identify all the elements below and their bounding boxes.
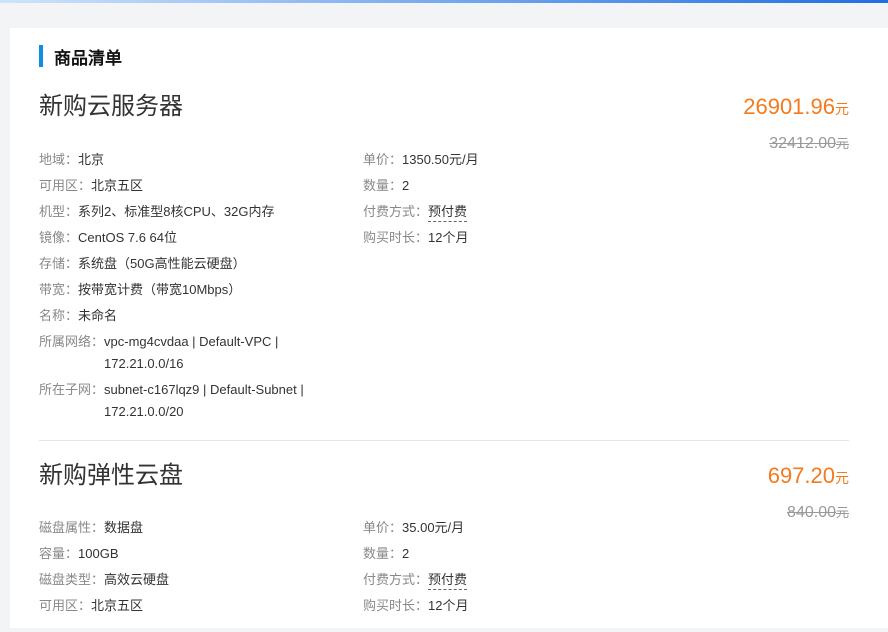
billing-row-unit-price: 单价： 35.00元/月 <box>363 515 663 541</box>
billing-label: 数量： <box>363 546 403 561</box>
spec-value: 100GB <box>78 546 119 561</box>
current-price: 697.20元 <box>768 461 849 493</box>
billing-row-quantity: 数量： 2 <box>363 173 663 199</box>
spec-value: vpc-mg4cvdaa | Default-VPC | 172.21.0.0/… <box>104 334 279 371</box>
billing-label: 数量： <box>363 178 403 193</box>
spec-value: 系列2、标准型8核CPU、32G内存 <box>78 204 275 219</box>
billing-label: 购买时长： <box>363 230 429 245</box>
spec-row-disk-attribute: 磁盘属性： 数据盘 <box>39 515 359 541</box>
original-price-value: 32412.00 <box>769 135 836 152</box>
original-price: 840.00元 <box>768 503 849 523</box>
billing-value: 2 <box>402 546 410 561</box>
spec-label: 地域： <box>39 152 79 167</box>
spec-row-bandwidth: 带宽： 按带宽计费（带宽10Mbps） <box>39 277 359 303</box>
spec-value: 未命名 <box>78 308 118 323</box>
section-title: 商品清单 <box>54 48 122 68</box>
spec-row-network: 所属网络： vpc-mg4cvdaa | Default-VPC | 172.21… <box>39 331 359 375</box>
spec-list: 地域： 北京 可用区： 北京五区 机型： 系列2、标准型8核CPU、32G内存 镜像：… <box>39 147 359 427</box>
spec-label: 容量： <box>39 546 79 561</box>
billing-value: 12个月 <box>428 598 469 613</box>
spec-value: subnet-c167lqz9 | Default-Subnet | 172.2… <box>104 382 304 419</box>
billing-list: 单价： 1350.50元/月 数量： 2 付费方式： 预付费 购买时长： 12个月 <box>363 147 663 251</box>
spec-label: 存储： <box>39 256 79 271</box>
billing-row-unit-price: 单价： 1350.50元/月 <box>363 147 663 173</box>
product-divider <box>39 440 849 441</box>
spec-list: 磁盘属性： 数据盘 容量： 100GB 磁盘类型： 高效云硬盘 可用区： 北京五区 <box>39 515 359 619</box>
billing-label: 单价： <box>363 520 403 535</box>
spec-label: 带宽： <box>39 282 79 297</box>
spec-value: 数据盘 <box>104 520 144 535</box>
billing-label: 付费方式： <box>363 572 429 587</box>
billing-value: 1350.50元/月 <box>402 152 479 167</box>
spec-label: 机型： <box>39 204 79 219</box>
billing-row-payment-method: 付费方式： 预付费 <box>363 199 663 225</box>
spec-row-image: 镜像： CentOS 7.6 64位 <box>39 225 359 251</box>
order-list-panel: 商品清单 新购云服务器 26901.96元 32412.00元 地域： 北京 可用… <box>10 28 888 632</box>
billing-list: 单价： 35.00元/月 数量： 2 付费方式： 预付费 购买时长： 12个月 <box>363 515 663 619</box>
spec-value: 北京五区 <box>91 598 144 613</box>
section-accent-bar <box>39 45 43 67</box>
spec-row-zone: 可用区： 北京五区 <box>39 173 359 199</box>
original-price-unit: 元 <box>835 505 849 520</box>
spec-value: 高效云硬盘 <box>104 572 170 587</box>
payment-method-tooltip-trigger[interactable]: 预付费 <box>428 203 468 222</box>
price-unit: 元 <box>835 470 849 486</box>
product-name: 新购弹性云盘 <box>39 462 183 489</box>
spec-label: 可用区： <box>39 598 92 613</box>
price-box: 697.20元 840.00元 <box>768 461 849 523</box>
price-box: 26901.96元 32412.00元 <box>743 92 849 154</box>
billing-label: 单价： <box>363 152 403 167</box>
spec-value: 按带宽计费（带宽10Mbps） <box>78 282 242 297</box>
spec-row-capacity: 容量： 100GB <box>39 541 359 567</box>
spec-label: 名称： <box>39 308 79 323</box>
spec-row-subnet: 所在子网： subnet-c167lqz9 | Default-Subnet | … <box>39 379 359 423</box>
spec-label: 所在子网： <box>39 382 105 397</box>
section-header: 商品清单 <box>39 45 122 68</box>
product-name: 新购云服务器 <box>39 93 183 120</box>
spec-value: 系统盘（50G高性能云硬盘） <box>78 256 246 271</box>
spec-label: 磁盘属性： <box>39 520 105 535</box>
spec-row-region: 地域： 北京 <box>39 147 359 173</box>
original-price-unit: 元 <box>835 136 849 151</box>
original-price: 32412.00元 <box>743 134 849 154</box>
spec-label: 磁盘类型： <box>39 572 105 587</box>
original-price-value: 840.00 <box>787 504 836 521</box>
billing-row-duration: 购买时长： 12个月 <box>363 225 663 251</box>
top-accent-bar <box>0 0 888 3</box>
payment-method-tooltip-trigger[interactable]: 预付费 <box>428 571 468 590</box>
spec-value: 北京五区 <box>91 178 144 193</box>
panel-bottom-edge <box>10 628 888 632</box>
spec-label: 所属网络： <box>39 334 105 349</box>
price-value: 697.20 <box>767 463 835 488</box>
spec-row-zone: 可用区： 北京五区 <box>39 593 359 619</box>
billing-value: 2 <box>402 178 410 193</box>
billing-label: 付费方式： <box>363 204 429 219</box>
spec-value: CentOS 7.6 64位 <box>78 230 178 245</box>
spec-row-instance-type: 机型： 系列2、标准型8核CPU、32G内存 <box>39 199 359 225</box>
price-value: 26901.96 <box>743 94 835 119</box>
spec-label: 可用区： <box>39 178 92 193</box>
billing-row-quantity: 数量： 2 <box>363 541 663 567</box>
current-price: 26901.96元 <box>743 92 849 124</box>
spec-value: 北京 <box>78 152 105 167</box>
price-unit: 元 <box>835 101 849 117</box>
spec-label: 镜像： <box>39 230 79 245</box>
billing-value: 35.00元/月 <box>402 520 465 535</box>
billing-label: 购买时长： <box>363 598 429 613</box>
billing-row-duration: 购买时长： 12个月 <box>363 593 663 619</box>
spec-row-storage: 存储： 系统盘（50G高性能云硬盘） <box>39 251 359 277</box>
spec-row-name: 名称： 未命名 <box>39 303 359 329</box>
billing-row-payment-method: 付费方式： 预付费 <box>363 567 663 593</box>
spec-row-disk-type: 磁盘类型： 高效云硬盘 <box>39 567 359 593</box>
billing-value: 12个月 <box>428 230 469 245</box>
